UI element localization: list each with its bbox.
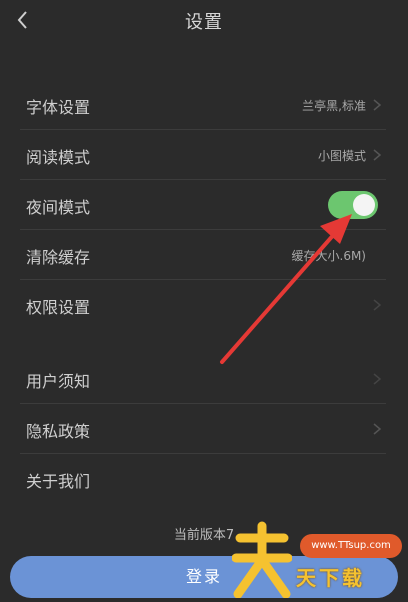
settings-item-label: 用户须知: [26, 372, 91, 391]
settings-item-user-notice[interactable]: 用户须知: [20, 354, 386, 404]
settings-item-label: 清除缓存: [26, 248, 91, 267]
settings-item-font[interactable]: 字体设置 兰亭黑,标准: [20, 80, 386, 130]
watermark-brand: 天下载: [296, 566, 365, 590]
page-title: 设置: [185, 12, 223, 33]
chevron-right-icon: [373, 423, 382, 435]
settings-item-value: 兰亭黑,标准: [302, 99, 366, 113]
settings-item-privacy-policy[interactable]: 隐私政策: [20, 404, 386, 454]
settings-item-value: 缓存大小.6M): [291, 249, 367, 263]
settings-item-clear-cache[interactable]: 清除缓存 缓存大小.6M): [20, 230, 386, 280]
chevron-right-icon: [373, 373, 382, 385]
toggle-knob: [353, 194, 375, 216]
settings-item-label: 阅读模式: [26, 148, 91, 167]
settings-item-permissions[interactable]: 权限设置: [20, 280, 386, 330]
settings-item-value: 小图模式: [317, 149, 366, 163]
top-bar: 设置: [0, 0, 408, 44]
chevron-right-icon: [373, 99, 382, 111]
watermark-url: www.TTsup.com: [300, 534, 402, 558]
settings-item-label: 关于我们: [26, 472, 91, 491]
settings-item-reading-mode[interactable]: 阅读模式 小图模式: [20, 130, 386, 180]
settings-item-label: 夜间模式: [26, 198, 91, 217]
chevron-right-icon: [373, 299, 382, 311]
settings-item-label: 隐私政策: [26, 422, 91, 441]
settings-item-label: 字体设置: [26, 98, 91, 117]
night-mode-toggle[interactable]: [328, 191, 378, 219]
watermark-logo-icon: [232, 521, 292, 598]
settings-item-label: 权限设置: [26, 298, 91, 317]
settings-item-night-mode: 夜间模式: [20, 180, 386, 230]
settings-item-about-us[interactable]: 关于我们: [20, 454, 386, 504]
chevron-right-icon: [373, 149, 382, 161]
